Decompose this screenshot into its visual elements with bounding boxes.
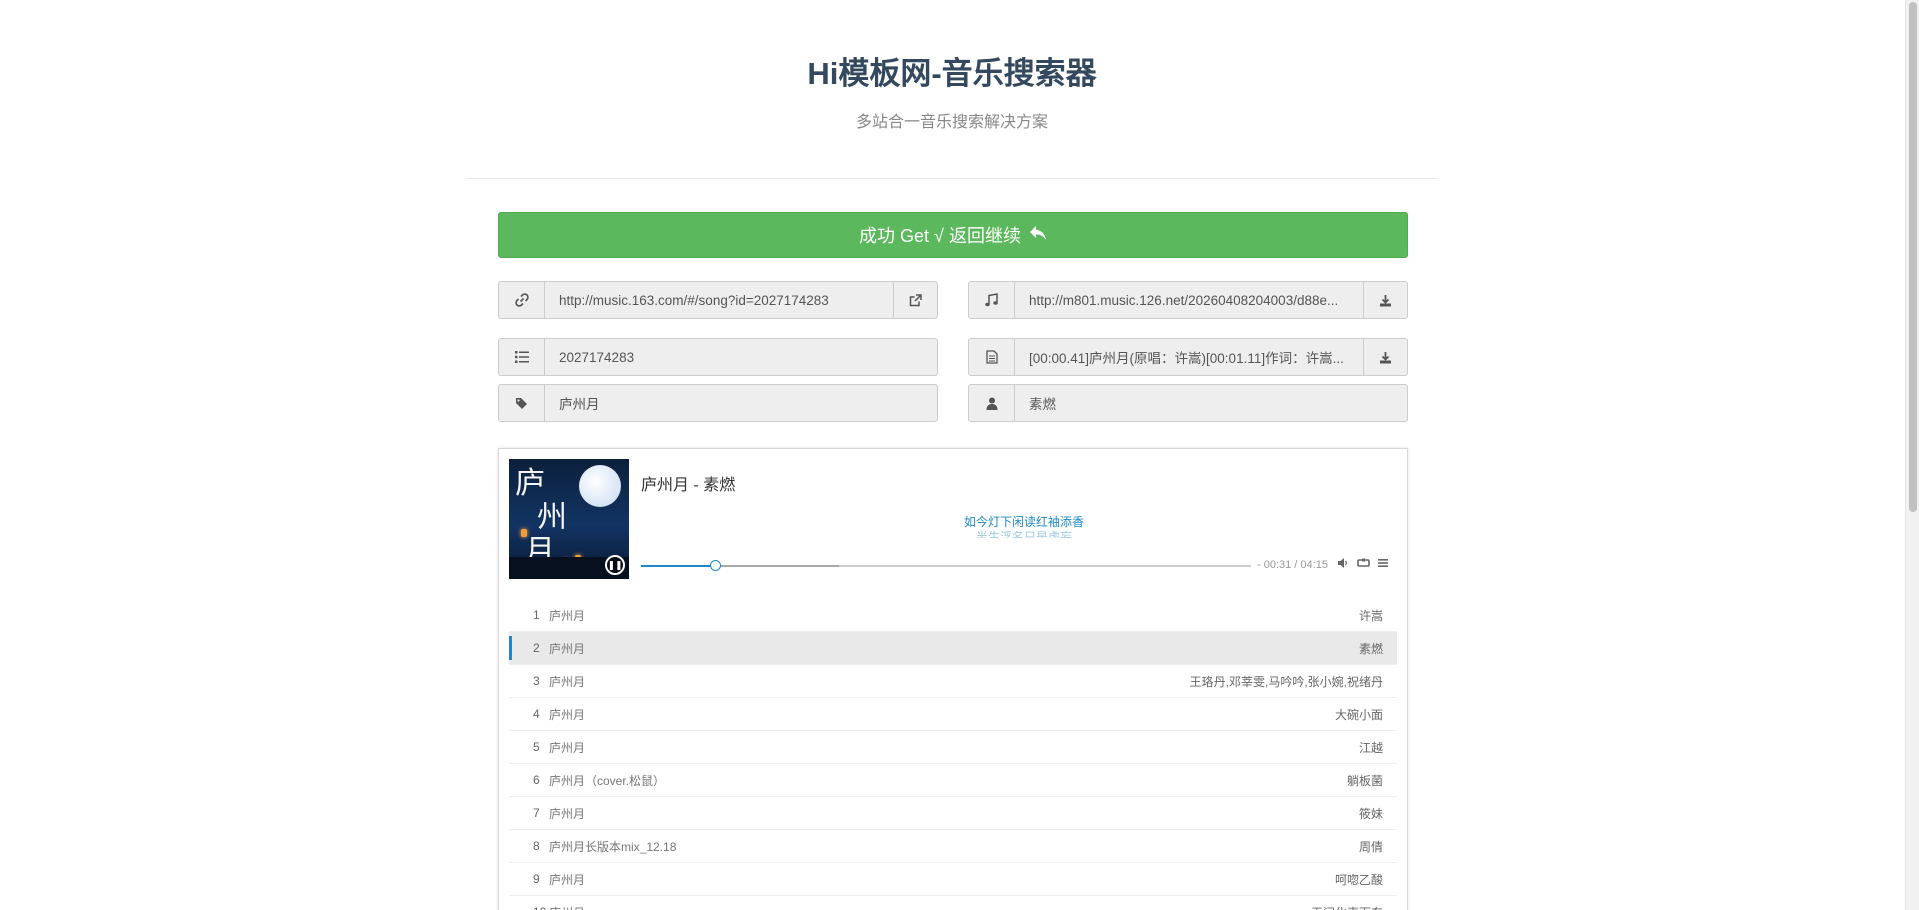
progress-played	[641, 565, 716, 567]
playlist-item-num: 9	[533, 872, 540, 886]
playlist-item-num: 6	[533, 773, 540, 787]
song-url-field: http://music.163.com/#/song?id=202717428…	[498, 281, 938, 319]
playlist-item[interactable]: 5 庐州月 江越	[509, 731, 1397, 764]
artist-field: 素燃	[968, 384, 1408, 422]
playlist-item-artist: 许嵩	[1358, 608, 1383, 623]
playlist-item[interactable]: 7 庐州月 筱妹	[509, 797, 1397, 830]
playlist-item-name: 庐州月	[549, 740, 586, 755]
song-id-value[interactable]: 2027174283	[545, 339, 937, 375]
link-icon	[499, 282, 545, 318]
reply-icon	[1029, 225, 1047, 246]
download-icon[interactable]	[1363, 282, 1407, 318]
song-url-value[interactable]: http://music.163.com/#/song?id=202717428…	[545, 282, 893, 318]
playlist-item-num: 3	[533, 674, 540, 688]
playlist-item-artist: 呵唿乙酸	[1334, 872, 1383, 887]
playlist-item-num: 10	[509, 905, 549, 910]
download-icon[interactable]	[1363, 339, 1407, 375]
playlist-item[interactable]: 2 庐州月 素燃	[509, 632, 1397, 665]
page-subtitle: 多站合一音乐搜索解决方案	[855, 114, 1048, 131]
file-text-icon	[969, 339, 1015, 375]
playlist-item[interactable]: 10庐州月无问化声而东	[509, 896, 1397, 910]
song-name-field: 庐州月	[498, 384, 938, 422]
playlist-item[interactable]: 1 庐州月 许嵩	[509, 599, 1397, 632]
mp3-url-value[interactable]: http://m801.music.126.net/20260408204003…	[1015, 282, 1363, 318]
success-button-label: 成功 Get √ 返回继续	[859, 226, 1021, 246]
playlist-item-name: 庐州月	[549, 674, 586, 689]
lyric-value[interactable]: [00:00.41]庐州月(原唱：许嵩)[00:01.11]作词：许嵩...	[1015, 339, 1363, 375]
playlist-item[interactable]: 4 庐州月 大碗小面	[509, 698, 1397, 731]
playlist-item-artist: 大碗小面	[1334, 707, 1383, 722]
external-link-icon[interactable]	[893, 282, 937, 318]
playlist-item-num: 7	[533, 806, 540, 820]
playlist-item-name: 庐州月	[549, 608, 586, 623]
tag-icon	[499, 385, 545, 421]
next-lyric: 半生浮名只是虚妄	[975, 530, 1072, 538]
artist-value[interactable]: 素燃	[1015, 385, 1407, 421]
page-header: Hi模板网-音乐搜索器 多站合一音乐搜索解决方案	[467, 0, 1437, 179]
volume-icon[interactable]	[1337, 557, 1349, 572]
playlist-item-name: 庐州月	[549, 872, 586, 887]
loop-icon[interactable]	[1357, 557, 1370, 572]
playlist-item[interactable]: 8 庐州月长版本mix_12.18 周倩	[509, 830, 1397, 863]
progress-bar[interactable]	[641, 560, 1251, 571]
playlist-item-num: 2	[533, 641, 540, 655]
playlist-item[interactable]: 6 庐州月（cover.松鼠） 躺板菌	[509, 764, 1397, 797]
page-scrollbar[interactable]	[1905, 0, 1919, 910]
mp3-url-field: http://m801.music.126.net/20260408204003…	[968, 281, 1408, 319]
moon-icon	[579, 465, 621, 507]
playlist-item-name: 庐州月	[549, 707, 586, 722]
lyric-field: [00:00.41]庐州月(原唱：许嵩)[00:01.11]作词：许嵩...	[968, 338, 1408, 376]
page-title: Hi模板网-音乐搜索器	[807, 56, 1097, 91]
song-id-field: 2027174283	[498, 338, 938, 376]
playlist-item-name: 庐州月	[549, 641, 586, 656]
playlist-item-artist: 王珞丹,邓莘雯,马吟吟,张小婉,祝绪丹	[1189, 674, 1383, 689]
playlist-item-artist: 筱妹	[1358, 806, 1383, 821]
playlist-item-name: 庐州月	[549, 806, 586, 821]
lantern-icon	[521, 529, 527, 537]
album-cover: 庐 州 月 ❚❚	[509, 459, 629, 579]
playlist-item-artist: 无问化声而东	[1311, 904, 1397, 910]
playlist-item-num: 4	[533, 707, 540, 721]
pause-button[interactable]: ❚❚	[605, 555, 625, 575]
player-song-title: 庐州月 - 素燃	[641, 477, 736, 494]
playlist-item-num: 8	[533, 839, 540, 853]
playlist-item-artist: 躺板菌	[1346, 773, 1383, 788]
playlist-item-artist: 周倩	[1358, 839, 1383, 854]
user-icon	[969, 385, 1015, 421]
playlist-item-num: 1	[533, 608, 540, 622]
playlist-item-num: 5	[533, 740, 540, 754]
success-return-button[interactable]: 成功 Get √ 返回继续	[498, 212, 1408, 258]
scrollbar-thumb[interactable]	[1909, 2, 1917, 512]
music-note-icon	[969, 282, 1015, 318]
cover-text: 州	[537, 500, 567, 535]
playlist-item-artist: 素燃	[1358, 641, 1383, 656]
list-icon	[499, 339, 545, 375]
progress-knob[interactable]	[710, 560, 722, 571]
playlist-item[interactable]: 9 庐州月 呵唿乙酸	[509, 863, 1397, 896]
playlist-item-name: 庐州月长版本mix_12.18	[549, 839, 677, 854]
song-name-value[interactable]: 庐州月	[545, 385, 937, 421]
cover-text: 庐	[515, 466, 545, 501]
playlist-item-name: 庐州月（cover.松鼠）	[549, 773, 666, 788]
music-player: 庐 州 月 ❚❚ 庐州月 - 素燃 如今灯下闲读红袖添香 半生浮名只是虚妄 - …	[498, 448, 1408, 910]
playback-time: - 00:31 / 04:15	[1257, 559, 1328, 571]
playlist-item-artist: 江越	[1358, 740, 1383, 755]
playlist-item-name: 庐州月	[549, 904, 1311, 910]
menu-icon[interactable]	[1377, 557, 1389, 572]
playlist: 1 庐州月 许嵩 2 庐州月 素燃 3 庐州月 王珞丹,邓莘雯,马吟吟,张小婉,祝绪丹 4 庐州月大…	[509, 599, 1397, 910]
playlist-item[interactable]: 3 庐州月 王珞丹,邓莘雯,马吟吟,张小婉,祝绪丹	[509, 665, 1397, 698]
